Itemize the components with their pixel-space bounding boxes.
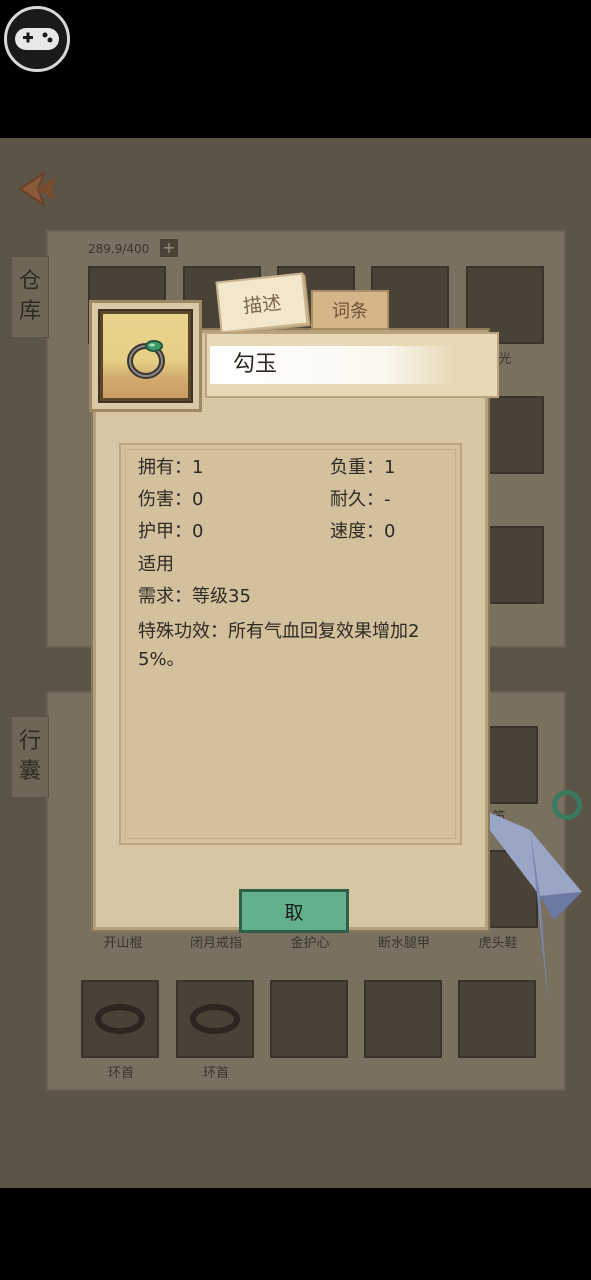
slot-label: 环首 [202,1066,229,1081]
stat-durability: 耐久：- [330,489,391,510]
slot-label: 环首 [107,1066,134,1081]
bottom-bar [0,1188,591,1280]
bag-slot[interactable] [364,980,442,1058]
take-button[interactable]: 取 [239,889,349,933]
top-bar [0,0,591,138]
bag-slot[interactable] [176,980,254,1058]
bag-tab[interactable]: 行 囊 [11,716,49,798]
stat-weight: 负重：1 [330,457,396,478]
item-icon-well [98,309,193,403]
gamepad-glyph [15,28,59,50]
bag-slot[interactable] [270,980,348,1058]
bag-tab-char: 囊 [18,759,41,784]
stat-speed: 速度：0 [330,521,396,542]
slot-label: 断水腿甲 [377,936,430,951]
tab-entries-label: 词条 [332,301,368,322]
back-arrow-icon[interactable] [16,170,64,208]
stat-damage: 伤害：0 [138,489,204,510]
stat-armor: 护甲：0 [138,521,204,542]
item-icon-frame [89,300,202,412]
stat-special-effect: 特殊功效：所有气血回复效果增加25%。 [138,621,420,670]
ring-band-icon [190,1004,240,1034]
slot-label: 闭月戒指 [189,936,242,951]
capacity-text: 289.9/400 [88,242,150,256]
bag-slot[interactable] [81,980,159,1058]
add-capacity-button[interactable]: + [160,239,178,257]
slot-label: 开山棍 [103,936,143,951]
item-name: 勾玉 [233,352,278,377]
tab-description-label: 描述 [242,291,283,318]
jade-pendant-icon [552,790,582,820]
warehouse-tab[interactable]: 仓 库 [11,256,49,338]
stat-own: 拥有：1 [138,457,204,478]
jade-ring-icon [127,340,165,379]
warehouse-tab-char: 仓 [18,269,41,294]
stat-requirement: 需求：等级35 [138,586,251,607]
gamepad-icon[interactable] [4,6,70,72]
tab-entries[interactable]: 词条 [311,290,389,330]
warehouse-tab-char: 库 [18,299,41,324]
ring-band-icon [95,1004,145,1034]
bag-tab-char: 行 [18,729,41,754]
slot-label: 金护心 [290,936,330,951]
stat-applicable: 适用 [138,554,174,575]
paper-crane-icon [470,804,582,1000]
tab-description[interactable]: 描述 [215,272,309,334]
